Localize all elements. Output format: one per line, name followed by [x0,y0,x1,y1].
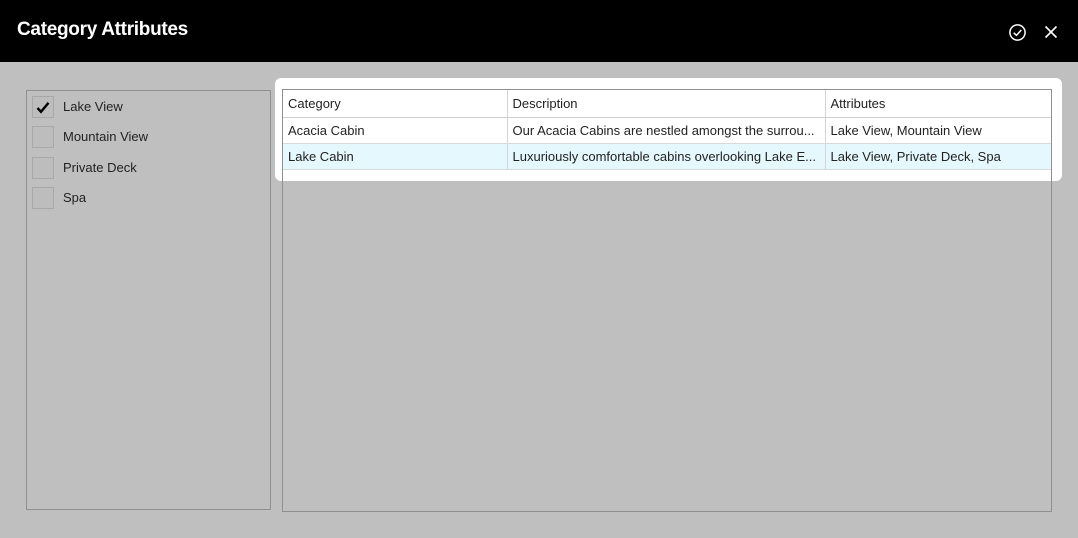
checkmark-icon [36,101,50,114]
attribute-list: Lake View Mountain View Private Deck Spa [26,90,271,510]
table-row[interactable]: Acacia Cabin Our Acacia Cabins are nestl… [283,117,1051,144]
attribute-item-spa[interactable]: Spa [32,187,262,213]
cell-attributes: Lake View, Mountain View [825,117,1051,144]
attribute-label: Private Deck [63,160,137,175]
column-header-description[interactable]: Description [507,90,826,118]
attribute-item-lake-view[interactable]: Lake View [32,96,262,122]
confirm-button[interactable] [1007,22,1027,42]
cell-attributes: Lake View, Private Deck, Spa [825,143,1051,170]
cell-description: Our Acacia Cabins are nestled amongst th… [507,117,826,144]
table-header-row: Category Description Attributes [283,90,1051,118]
dialog-title: Category Attributes [17,19,188,40]
attribute-checkbox[interactable] [32,157,54,179]
dialog-header: Category Attributes [0,0,1078,62]
attribute-item-private-deck[interactable]: Private Deck [32,157,262,183]
close-button[interactable] [1041,22,1061,42]
column-header-attributes[interactable]: Attributes [825,90,1051,118]
attribute-checkbox[interactable] [32,96,54,118]
attribute-label: Mountain View [63,129,149,144]
cell-category: Acacia Cabin [283,117,508,144]
attribute-checkbox[interactable] [32,187,54,209]
attribute-item-mountain-view[interactable]: Mountain View [32,126,262,152]
table-row-selected[interactable]: Lake Cabin Luxuriously comfortable cabin… [283,143,1051,170]
column-header-category[interactable]: Category [283,90,508,118]
close-icon [1044,25,1058,39]
cell-description: Luxuriously comfortable cabins overlooki… [507,143,826,170]
category-table: Category Description Attributes Acacia C… [283,90,1051,170]
cell-category: Lake Cabin [283,143,508,170]
attribute-checkbox[interactable] [32,126,54,148]
attribute-label: Lake View [63,99,123,114]
attribute-label: Spa [63,190,87,205]
check-circle-icon [1008,23,1026,41]
